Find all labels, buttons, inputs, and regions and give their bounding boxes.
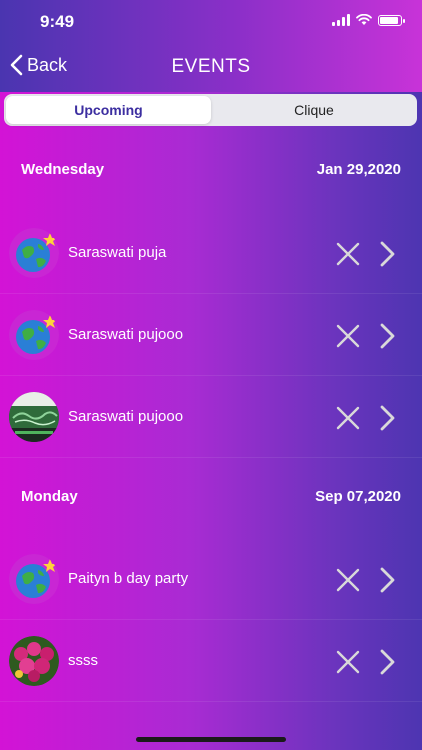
event-title: Saraswati pujooo <box>68 326 184 343</box>
battery-icon <box>378 14 405 26</box>
date-header: Monday Sep 07,2020 <box>0 477 422 517</box>
chevron-right-icon[interactable] <box>376 648 398 676</box>
event-title: ssss <box>68 652 98 669</box>
date-header: Wednesday Jan 29,2020 <box>0 150 422 190</box>
home-indicator <box>136 737 286 742</box>
globe-icon <box>9 310 59 360</box>
event-row[interactable]: ssss <box>0 620 422 702</box>
status-time: 9:49 <box>40 12 75 31</box>
chevron-right-icon[interactable] <box>376 566 398 594</box>
event-title: Paityn b day party <box>68 570 189 587</box>
page-title: EVENTS <box>171 56 251 77</box>
status-bar: 9:49 <box>0 0 422 44</box>
date-label: Jan 29,2020 <box>316 161 401 178</box>
signal-icon <box>332 14 350 26</box>
status-icons <box>332 14 405 26</box>
event-photo <box>9 392 59 442</box>
close-icon[interactable] <box>334 322 362 350</box>
day-label: Wednesday <box>21 161 105 178</box>
flower-photo <box>9 636 59 686</box>
globe-icon <box>9 228 59 278</box>
wifi-icon <box>356 14 372 25</box>
chevron-right-icon[interactable] <box>376 404 398 432</box>
close-icon[interactable] <box>334 240 362 268</box>
date-label: Sep 07,2020 <box>315 488 401 505</box>
close-icon[interactable] <box>334 648 362 676</box>
event-row[interactable]: Saraswati pujooo <box>0 376 422 458</box>
close-icon[interactable] <box>334 566 362 594</box>
navigation-bar: Back EVENTS <box>0 44 422 92</box>
chevron-right-icon[interactable] <box>376 322 398 350</box>
close-icon[interactable] <box>334 404 362 432</box>
tab-upcoming[interactable]: Upcoming <box>6 96 211 124</box>
event-row[interactable]: Saraswati puja <box>0 212 422 294</box>
event-row[interactable]: Paityn b day party <box>0 538 422 620</box>
event-row[interactable]: Saraswati pujooo <box>0 294 422 376</box>
tab-clique[interactable]: Clique <box>213 96 415 124</box>
event-title: Saraswati puja <box>68 244 167 261</box>
globe-icon <box>9 554 59 604</box>
segmented-control: Upcoming Clique <box>4 94 417 126</box>
event-title: Saraswati pujooo <box>68 408 184 425</box>
chevron-right-icon[interactable] <box>376 240 398 268</box>
day-label: Monday <box>21 488 78 505</box>
